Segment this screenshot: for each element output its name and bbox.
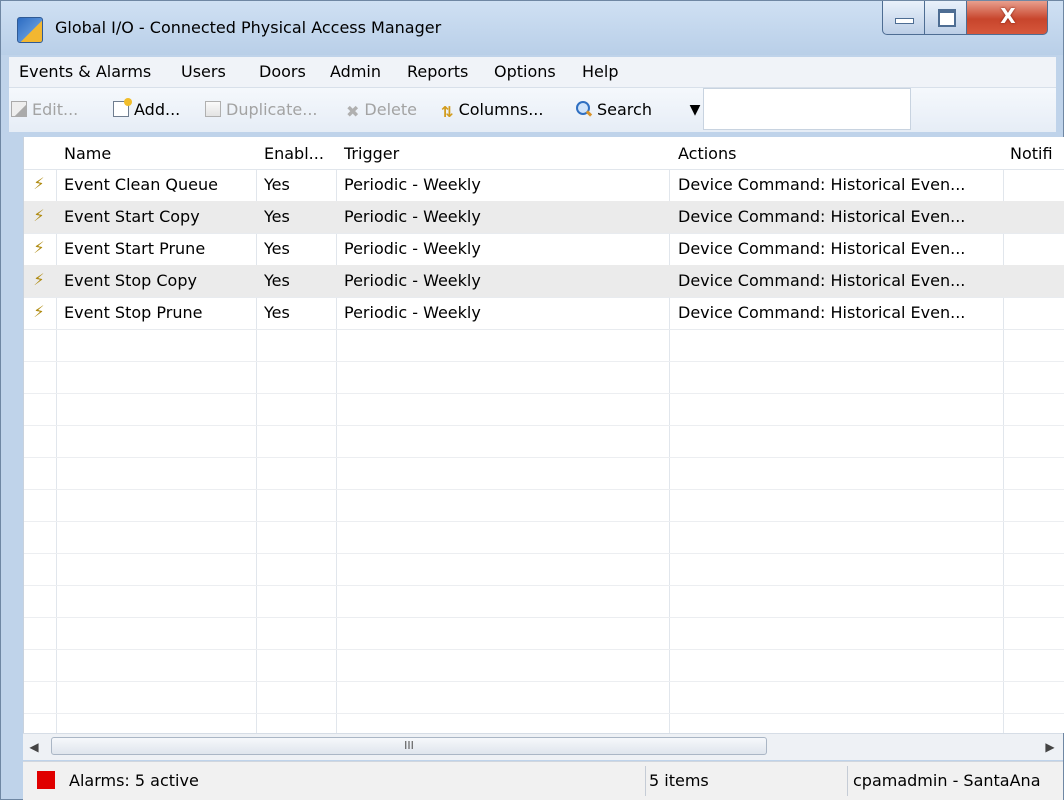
- edit-label: Edit...: [32, 100, 79, 119]
- column-header-name[interactable]: Name: [64, 144, 111, 163]
- menu-bar: Events & Alarms Users Doors Admin Report…: [9, 57, 1056, 87]
- menu-reports[interactable]: Reports: [407, 62, 468, 81]
- cell-actions: Device Command: Historical Even...: [678, 271, 966, 290]
- app-logo-icon: [17, 17, 43, 43]
- items-count: 5 items: [649, 771, 709, 790]
- columns-label: Columns...: [458, 100, 544, 119]
- table-header: Name Enabl... Trigger Actions Notifi: [24, 137, 1064, 170]
- title-bar[interactable]: Global I/O - Connected Physical Access M…: [1, 1, 1063, 55]
- alarm-status-indicator: [37, 771, 55, 789]
- empty-row: [24, 585, 1064, 618]
- cell-actions: Device Command: Historical Even...: [678, 175, 966, 194]
- empty-row: [24, 617, 1064, 650]
- cell-enabled: Yes: [264, 303, 290, 322]
- cell-name: Event Start Copy: [64, 207, 200, 226]
- add-icon: [113, 98, 132, 117]
- search-label: Search: [597, 100, 652, 119]
- toolbar: Edit... Add... Duplicate... ✖ Delete ⇅ Col…: [9, 87, 1056, 132]
- search-button[interactable]: Search: [576, 100, 652, 122]
- cell-enabled: Yes: [264, 239, 290, 258]
- delete-button[interactable]: ✖ Delete: [346, 100, 417, 122]
- horizontal-scrollbar[interactable]: ◀ III ▶: [23, 733, 1063, 760]
- menu-users[interactable]: Users: [181, 62, 226, 81]
- table-row[interactable]: ⚡ Event Start Prune Yes Periodic - Weekl…: [24, 233, 1064, 266]
- cell-enabled: Yes: [264, 175, 290, 194]
- status-bar: Alarms: 5 active 5 items cpamadmin - San…: [23, 761, 1063, 800]
- scroll-left-arrow-icon[interactable]: ◀: [25, 738, 43, 756]
- duplicate-button[interactable]: Duplicate...: [205, 100, 317, 122]
- table-row[interactable]: ⚡ Event Clean Queue Yes Periodic - Weekl…: [24, 169, 1064, 202]
- search-input[interactable]: [703, 88, 911, 130]
- empty-row: [24, 329, 1064, 362]
- columns-button[interactable]: ⇅ Columns...: [441, 100, 543, 122]
- cell-actions: Device Command: Historical Even...: [678, 207, 966, 226]
- cell-actions: Device Command: Historical Even...: [678, 239, 966, 258]
- close-button[interactable]: X: [966, 1, 1048, 35]
- empty-row: [24, 553, 1064, 586]
- menu-events-alarms[interactable]: Events & Alarms: [19, 62, 151, 81]
- event-icon: ⚡: [33, 270, 45, 289]
- event-icon: ⚡: [33, 206, 45, 225]
- edit-icon: [11, 101, 27, 117]
- menu-help[interactable]: Help: [582, 62, 618, 81]
- cell-trigger: Periodic - Weekly: [344, 271, 481, 290]
- cell-trigger: Periodic - Weekly: [344, 175, 481, 194]
- duplicate-icon: [205, 101, 221, 117]
- cell-trigger: Periodic - Weekly: [344, 303, 481, 322]
- empty-row: [24, 425, 1064, 458]
- add-button[interactable]: Add...: [113, 98, 181, 122]
- delete-icon: ✖: [346, 102, 360, 121]
- cell-trigger: Periodic - Weekly: [344, 239, 481, 258]
- empty-row: [24, 681, 1064, 714]
- edit-button[interactable]: Edit...: [11, 100, 78, 122]
- maximize-button[interactable]: [924, 1, 967, 35]
- window-title: Global I/O - Connected Physical Access M…: [55, 18, 442, 37]
- cell-enabled: Yes: [264, 271, 290, 290]
- scroll-right-arrow-icon[interactable]: ▶: [1041, 738, 1059, 756]
- cell-name: Event Clean Queue: [64, 175, 218, 194]
- columns-icon: ⇅: [441, 103, 454, 121]
- minimize-button[interactable]: [882, 1, 925, 35]
- duplicate-label: Duplicate...: [226, 100, 318, 119]
- delete-label: Delete: [364, 100, 417, 119]
- cell-name: Event Start Prune: [64, 239, 206, 258]
- empty-row: [24, 393, 1064, 426]
- cell-name: Event Stop Prune: [64, 303, 203, 322]
- cell-trigger: Periodic - Weekly: [344, 207, 481, 226]
- column-header-enabled[interactable]: Enabl...: [264, 144, 324, 163]
- event-icon: ⚡: [33, 174, 45, 193]
- events-table: Name Enabl... Trigger Actions Notifi ⚡ E…: [23, 137, 1064, 733]
- empty-row: [24, 521, 1064, 554]
- table-row[interactable]: ⚡ Event Stop Copy Yes Periodic - Weekly …: [24, 265, 1064, 298]
- cell-name: Event Stop Copy: [64, 271, 197, 290]
- add-label: Add...: [134, 100, 181, 119]
- menu-doors[interactable]: Doors: [259, 62, 306, 81]
- table-row[interactable]: ⚡ Event Start Copy Yes Periodic - Weekly…: [24, 201, 1064, 234]
- event-icon: ⚡: [33, 302, 45, 321]
- column-header-trigger[interactable]: Trigger: [344, 144, 399, 163]
- cell-enabled: Yes: [264, 207, 290, 226]
- cell-actions: Device Command: Historical Even...: [678, 303, 966, 322]
- app-window: Global I/O - Connected Physical Access M…: [0, 0, 1064, 800]
- maximize-icon: [938, 9, 956, 27]
- event-icon: ⚡: [33, 238, 45, 257]
- close-icon: X: [1000, 4, 1016, 28]
- menu-options[interactable]: Options: [494, 62, 556, 81]
- column-header-notifications[interactable]: Notifi: [1010, 144, 1053, 163]
- column-header-actions[interactable]: Actions: [678, 144, 736, 163]
- search-icon: [576, 101, 592, 117]
- current-user: cpamadmin - SantaAna: [853, 771, 1041, 790]
- empty-row: [24, 489, 1064, 522]
- empty-row: [24, 649, 1064, 682]
- scrollbar-thumb[interactable]: III: [51, 737, 767, 755]
- minimize-icon: [895, 18, 914, 24]
- menu-admin[interactable]: Admin: [330, 62, 381, 81]
- empty-row: [24, 361, 1064, 394]
- alarms-status[interactable]: Alarms: 5 active: [69, 771, 199, 790]
- table-row[interactable]: ⚡ Event Stop Prune Yes Periodic - Weekly…: [24, 297, 1064, 330]
- empty-row: [24, 457, 1064, 490]
